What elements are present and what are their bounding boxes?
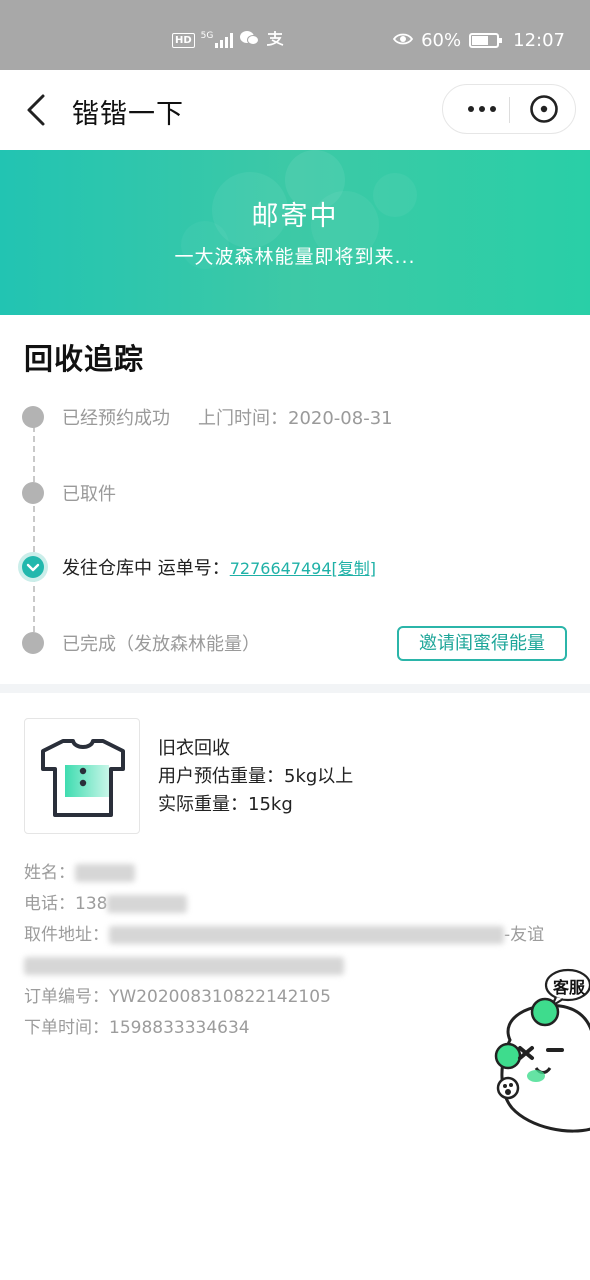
tracking-title: 回收追踪 [24,342,145,376]
banner-title: 邮寄中 [251,201,339,232]
customer-service-button[interactable]: 客服 [490,968,590,1138]
order-details: 姓名： 电话：138 取件地址： -友谊 订单编号：YW2020083108221… [24,858,569,1044]
order-time-label: 下单时间： [24,1018,109,1038]
product-info: 旧衣回收 用户预估重量：5kg以上 实际重量：15kg [158,735,353,819]
step-label: 已取件 [62,484,116,505]
close-button[interactable] [529,94,559,124]
close-circle-icon [530,95,558,123]
status-banner: 邮寄中 一大波森林能量即将到来... [0,150,590,315]
address-row-2 [24,951,569,982]
redacted-address [109,926,504,944]
phone-label: 电话： [24,894,75,914]
step-dot-icon [22,482,44,504]
timeline-step-picked: 已取件 [22,480,116,506]
battery-percent: 60% [421,30,462,51]
hd-badge: HD [172,32,195,48]
clock: 12:07 [513,30,565,51]
customer-service-label: 客服 [552,978,585,997]
wechat-icon [239,30,260,50]
timeline-step-booked: 已经预约成功 上门时间：2020-08-31 [22,404,393,430]
alipay-icon [265,30,285,50]
phone-row: 电话：138 [24,889,569,920]
redacted-address-line2 [24,957,344,975]
network-label: 5G [200,31,214,41]
order-label: 订单编号： [24,987,109,1007]
nav-bar: 锴锴一下 [0,70,590,150]
miniprogram-capsule [442,84,576,134]
product-name: 旧衣回收 [158,738,230,759]
back-button[interactable] [22,92,52,128]
actual-weight: 实际重量：15kg [158,794,293,815]
order-time-row: 下单时间：1598833334634 [24,1013,569,1044]
address-row: 取件地址： -友谊 [24,920,569,951]
more-dots-icon [468,106,474,112]
status-right: 60% 12:07 [393,30,565,51]
step-label: 已完成（发放森林能量） [62,634,260,655]
signal-icon [215,32,234,48]
name-row: 姓名： [24,858,569,889]
step-dot-icon [22,632,44,654]
eye-icon [393,30,414,51]
order-number-row: 订单编号：YW20200831082214210​5 [24,982,569,1013]
pickup-time: 上门时间：2020-08-31 [198,408,393,429]
status-bar: HD 5G 60% 12:07 [0,0,590,70]
name-label: 姓名： [24,863,75,883]
back-arrow-icon [27,94,45,126]
tshirt-icon [41,739,125,817]
timeline-step-completed: 已完成（发放森林能量） [22,630,260,656]
timeline-line [33,416,35,642]
step-label: 已经预约成功 [62,408,170,429]
status-left: HD 5G [172,30,285,50]
step-dot-icon [22,406,44,428]
battery-icon [469,33,503,48]
address-label: 取件地址： [24,925,109,945]
banner-subtitle: 一大波森林能量即将到来... [174,246,416,268]
step-label: 发往仓库中 运单号： [62,558,230,579]
more-button[interactable] [457,85,507,133]
redacted-phone [107,895,188,913]
page-title: 锴锴一下 [72,99,184,130]
order-number: YW20200831082214210​5 [109,987,331,1007]
estimated-weight: 用户预估重量：5kg以上 [158,766,354,787]
order-time: 1598833334634 [109,1018,250,1038]
product-image [24,718,140,834]
capsule-divider [509,97,510,123]
redacted-name [75,864,135,882]
invite-friend-button[interactable]: 邀请闺蜜得能量 [397,626,567,661]
address-tail: -友谊 [504,925,545,945]
check-icon [22,556,44,578]
section-divider [0,684,590,693]
phone-prefix: 138 [75,894,108,914]
timeline-step-shipping: 发往仓库中 运单号： 7276647494[复制] [22,554,376,580]
waybill-copy-link[interactable]: 7276647494[复制] [230,555,376,579]
